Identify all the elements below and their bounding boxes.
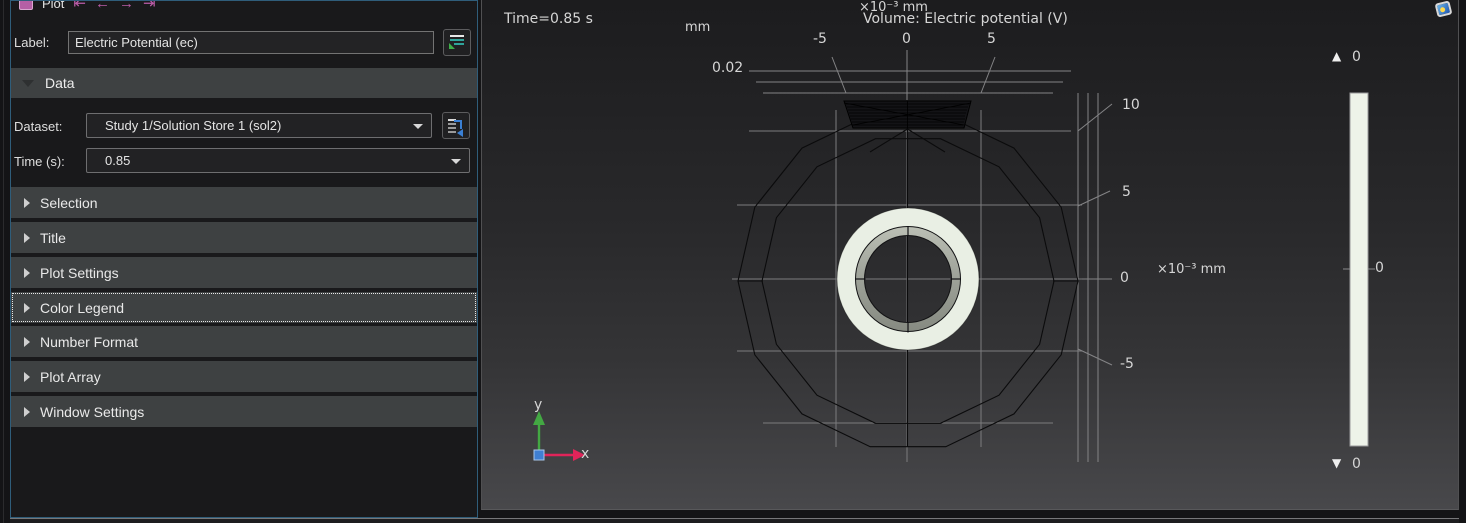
app-edge-divider <box>3 0 4 523</box>
label-input[interactable]: Electric Potential (ec) <box>68 31 434 54</box>
x-tick-label: -5 <box>813 31 827 47</box>
chevron-right-icon <box>24 268 30 278</box>
section-label: Title <box>40 230 66 246</box>
settings-toolbar: Plot ⇤ ← → ⇥ <box>19 0 156 14</box>
time-label: Time (s): <box>14 154 65 169</box>
y-axis-exponent: ×10⁻³ mm <box>1157 262 1226 277</box>
next-window-top-edge <box>10 518 1459 523</box>
plot-next-icon[interactable]: → <box>119 0 134 11</box>
origin-marker-icon <box>534 450 544 460</box>
section-selection[interactable]: Selection <box>11 187 477 218</box>
plot-canvas <box>482 0 1459 510</box>
plot-first-icon[interactable]: ⇤ <box>73 0 86 11</box>
legend-max-arrow-icon: ▲ <box>1332 49 1341 63</box>
section-data[interactable]: Data <box>11 68 477 98</box>
dataset-select-value: Study 1/Solution Store 1 (sol2) <box>105 118 281 133</box>
chevron-right-icon <box>24 303 30 313</box>
dataset-label: Dataset: <box>14 119 62 134</box>
settings-title: Plot <box>42 0 64 11</box>
chevron-down-icon <box>22 80 34 87</box>
section-label: Selection <box>40 195 98 211</box>
plot-node-icon <box>19 0 33 10</box>
chevron-right-icon <box>24 407 30 417</box>
plot-title: Volume: Electric potential (V) <box>863 11 1068 27</box>
label-input-value: Electric Potential (ec) <box>75 35 198 50</box>
legend-max-value: 0 <box>1352 49 1361 65</box>
x-tick-label: 0 <box>902 31 911 47</box>
chevron-down-icon <box>451 159 461 164</box>
chevron-right-icon <box>24 198 30 208</box>
geometry-wireframe <box>738 115 1078 447</box>
color-legend-bar <box>1343 93 1375 446</box>
section-label: Window Settings <box>40 404 144 420</box>
rename-button[interactable] <box>443 29 471 56</box>
left-axis-unit: mm <box>685 20 710 35</box>
y-tick-label: 10 <box>1122 97 1140 113</box>
section-window-settings[interactable]: Window Settings <box>11 396 477 427</box>
section-label: Plot Array <box>40 369 101 385</box>
gridlines <box>732 110 1090 462</box>
chevron-right-icon <box>24 337 30 347</box>
y-tick-label: 0 <box>1120 270 1129 286</box>
x-tick-label: 5 <box>987 31 996 47</box>
chevron-down-icon <box>413 124 423 129</box>
section-plot-settings[interactable]: Plot Settings <box>11 257 477 288</box>
y-tick-label: 5 <box>1122 184 1131 200</box>
dataset-select[interactable]: Study 1/Solution Store 1 (sol2) <box>86 113 432 138</box>
section-plot-array[interactable]: Plot Array <box>11 361 477 392</box>
plot-last-icon[interactable]: ⇥ <box>143 0 156 11</box>
x-axis-label: x <box>581 446 589 462</box>
y-axis-label: y <box>534 397 542 413</box>
legend-mid-value: 0 <box>1375 260 1384 276</box>
legend-min-value: 0 <box>1352 456 1361 472</box>
label-field-label: Label: <box>14 35 49 50</box>
time-select-value: 0.85 <box>105 153 130 168</box>
section-title[interactable]: Title <box>11 222 477 253</box>
section-data-label: Data <box>45 75 75 91</box>
chevron-right-icon <box>24 233 30 243</box>
go-to-source-icon <box>448 118 464 133</box>
time-select[interactable]: 0.85 <box>86 148 470 173</box>
section-number-format[interactable]: Number Format <box>11 326 477 357</box>
y-tick-label: -5 <box>1120 356 1134 372</box>
section-label: Color Legend <box>40 300 124 316</box>
left-tick-label: 0.02 <box>712 60 743 76</box>
electrode-disk <box>844 101 971 128</box>
go-to-source-button[interactable] <box>442 112 470 139</box>
top-axis-plane <box>749 50 1071 100</box>
legend-min-arrow-icon: ▼ <box>1332 456 1341 470</box>
rename-icon <box>449 35 465 49</box>
coordinate-triad <box>533 411 585 461</box>
section-label: Plot Settings <box>40 265 119 281</box>
graphics-window[interactable]: Time=0.85 s mm ×10⁻³ mm Volume: Electric… <box>481 0 1459 510</box>
settings-panel: Plot ⇤ ← → ⇥ Label: Electric Potential (… <box>10 0 478 518</box>
section-label: Number Format <box>40 334 138 350</box>
right-axis-plane <box>1078 93 1112 462</box>
section-color-legend[interactable]: Color Legend <box>11 292 477 323</box>
time-annotation: Time=0.85 s <box>504 11 593 27</box>
y-axis-arrow-icon <box>533 411 545 425</box>
chevron-right-icon <box>24 372 30 382</box>
plot-previous-icon[interactable]: ← <box>95 0 110 11</box>
